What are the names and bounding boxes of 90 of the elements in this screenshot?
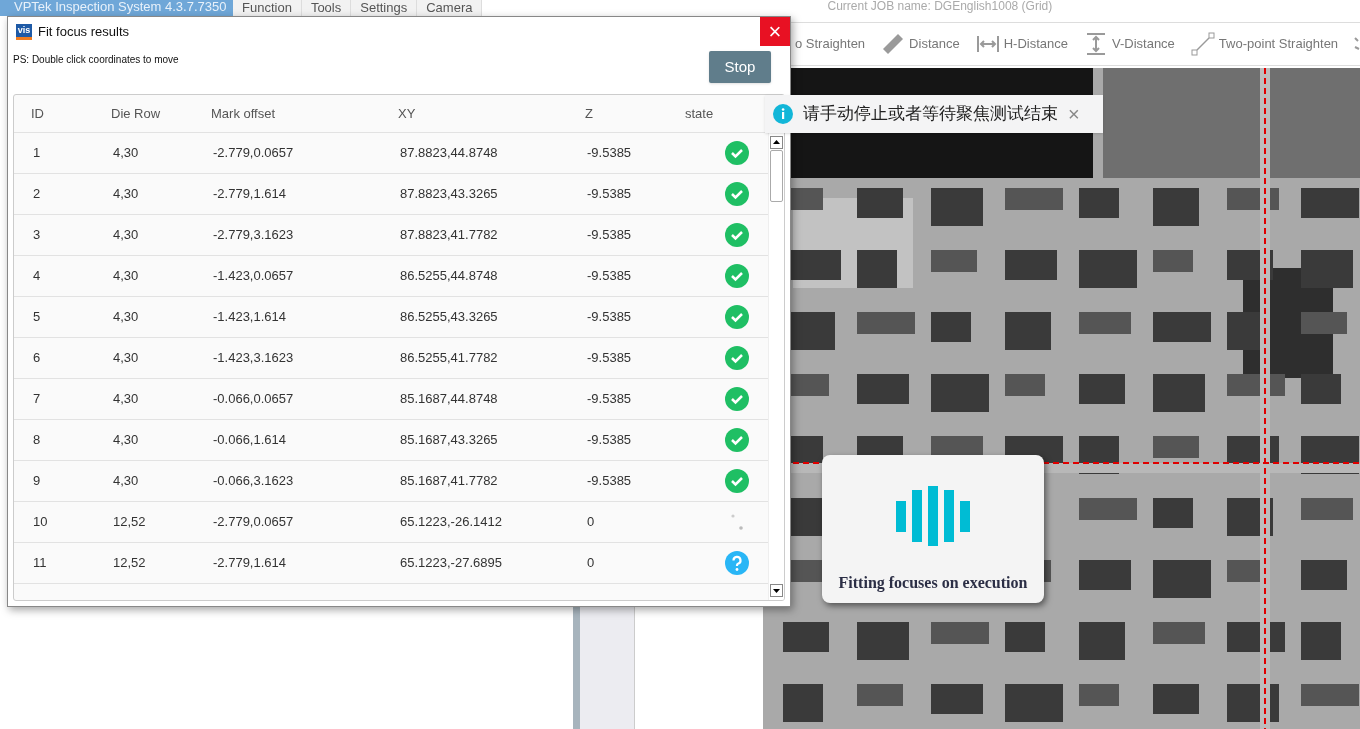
table-cell-text: 4,30 [112, 144, 140, 162]
table-cell-text: 5 [32, 308, 42, 326]
table-cell-text: 86.5255,41.7782 [399, 349, 499, 367]
tool-button[interactable]: Distance [881, 32, 960, 56]
table-cell-text: -9.5385 [586, 431, 633, 449]
table-row[interactable]: 4 4,30 -1.423,0.0657 86.5255,44.8748 -9.5385 [14, 256, 768, 297]
table-cell-text: -9.5385 [586, 390, 633, 408]
app-title: VPTek Inspection System 4.3.7.7350 [0, 0, 233, 16]
toast-message: 请手动停止或者等待聚焦测试结束 [803, 102, 1058, 126]
menu-item[interactable]: Camera [417, 0, 483, 16]
table-row[interactable]: 5 4,30 -1.423,1.614 86.5255,43.3265 -9.5385 [14, 297, 768, 338]
table-cell-text: -0.066,1.614 [212, 431, 287, 449]
table-cell-text: 4,30 [112, 308, 140, 326]
menu-item[interactable]: Function [233, 0, 302, 16]
table-cell-text: -2.779,1.614 [212, 185, 287, 203]
table-cell-text: 87.8823,41.7782 [399, 226, 499, 244]
table-cell-text: 65.1223,-27.6895 [399, 554, 503, 572]
table-row[interactable]: 2 4,30 -2.779,1.614 87.8823,43.3265 -9.5385 [14, 174, 768, 215]
table-cell-text: 3 [32, 226, 42, 244]
app-logo: vis [16, 23, 32, 40]
table-cell-text: 4,30 [112, 390, 140, 408]
table-cell-text: 0 [586, 513, 596, 531]
tool-button[interactable]: V-Distance [1084, 32, 1175, 56]
close-button[interactable]: × [760, 17, 790, 46]
table-row[interactable]: 1 4,30 -2.779,0.0657 87.8823,44.8748 -9.5385 [14, 133, 768, 174]
table-cell-text: -9.5385 [586, 144, 633, 162]
column-header: Z [585, 104, 594, 123]
table-cell-text: 7 [32, 390, 42, 408]
table-cell-text: 87.8823,43.3265 [399, 185, 499, 203]
table-row[interactable]: 10 12,52 -2.779,0.0657 65.1223,-26.1412 0 [14, 502, 768, 543]
table-cell-text: -9.5385 [586, 185, 633, 203]
table-cell-text: 12,52 [112, 554, 147, 572]
tool-button[interactable]: o Straighten [795, 34, 866, 54]
menu-item[interactable]: Settings [351, 0, 418, 16]
column-header: ID [30, 104, 45, 123]
table-cell-text: 8 [32, 431, 42, 449]
table-cell-text: 2 [32, 185, 42, 203]
table-cell-text: 87.8823,44.8748 [399, 144, 499, 162]
table-cell-text: -2.779,0.0657 [212, 513, 295, 531]
stop-button[interactable]: Stop [709, 51, 771, 83]
tool-button[interactable]: Two-point Straighten [1190, 32, 1339, 56]
table-row[interactable]: 7 4,30 -0.066,0.0657 85.1687,44.8748 -9.5385 [14, 379, 768, 420]
table-cell-text: -9.5385 [586, 472, 633, 490]
tool-button[interactable]: H-Distance [975, 32, 1068, 56]
column-header: Mark offset [211, 104, 277, 123]
hint-text: PS: Double click coordinates to move [13, 53, 179, 67]
table-cell-text: -0.066,0.0657 [212, 390, 295, 408]
table-cell-text: 9 [32, 472, 42, 490]
table-cell-text: -9.5385 [586, 267, 633, 285]
table-cell-text: -2.779,1.614 [212, 554, 287, 572]
table-row[interactable]: 8 4,30 -0.066,1.614 85.1687,43.3265 -9.5385 [14, 420, 768, 461]
column-header: state [685, 104, 715, 123]
table-cell-text: 4,30 [112, 472, 140, 490]
table-cell-text: 4,30 [112, 267, 140, 285]
table-cell-text: 86.5255,43.3265 [399, 308, 499, 326]
table-cell-text: 0 [586, 554, 596, 572]
table-cell-text: -1.423,3.1623 [212, 349, 295, 367]
table-cell-text: 4,30 [112, 226, 140, 244]
table-cell-text: 4,30 [112, 185, 140, 203]
table-cell-text: 10 [32, 513, 49, 531]
table-row[interactable]: 9 4,30 -0.066,3.1623 85.1687,41.7782 -9.5385 [14, 461, 768, 502]
table-cell-text: 86.5255,44.8748 [399, 267, 499, 285]
table-cell-text: 11 [32, 554, 48, 572]
table-cell-text: -9.5385 [586, 226, 633, 244]
table-cell-text: 4 [32, 267, 42, 285]
table-cell-text: -0.066,3.1623 [212, 472, 295, 490]
table-row[interactable]: 3 4,30 -2.779,3.1623 87.8823,41.7782 -9.5385 [14, 215, 768, 256]
table-cell-text: 65.1223,-26.1412 [399, 513, 503, 531]
table-cell-text: 85.1687,44.8748 [399, 390, 499, 408]
table-row[interactable]: 6 4,30 -1.423,3.1623 86.5255,41.7782 -9.5385 [14, 338, 768, 379]
table-cell-text: 4,30 [112, 431, 140, 449]
table-row[interactable]: 11 12,52 -2.779,1.614 65.1223,-27.6895 0 [14, 543, 768, 584]
table-cell-text: 6 [32, 349, 42, 367]
column-header: Die Row [111, 104, 162, 123]
dialog-title: Fit focus results [38, 22, 130, 41]
table-cell-text: -2.779,3.1623 [212, 226, 295, 244]
menu-item[interactable]: Tools [301, 0, 352, 16]
loading-message: Fitting focuses on execution [838, 573, 1028, 594]
table-cell-text: 4,30 [112, 349, 140, 367]
table-cell-text: -9.5385 [586, 349, 633, 367]
column-header: XY [398, 104, 417, 123]
table-cell-text: 1 [32, 144, 42, 162]
table-cell-text: -9.5385 [586, 308, 633, 326]
table-cell-text: 85.1687,41.7782 [399, 472, 499, 490]
table-cell-text: -2.779,0.0657 [212, 144, 295, 162]
job-name: Current JOB name: DGEnglish1008 (Grid) [827, 0, 1053, 15]
table-cell-text: -1.423,1.614 [212, 308, 287, 326]
table-cell-text: 12,52 [112, 513, 147, 531]
table-cell-text: 85.1687,43.3265 [399, 431, 499, 449]
table-cell-text: -1.423,0.0657 [212, 267, 295, 285]
